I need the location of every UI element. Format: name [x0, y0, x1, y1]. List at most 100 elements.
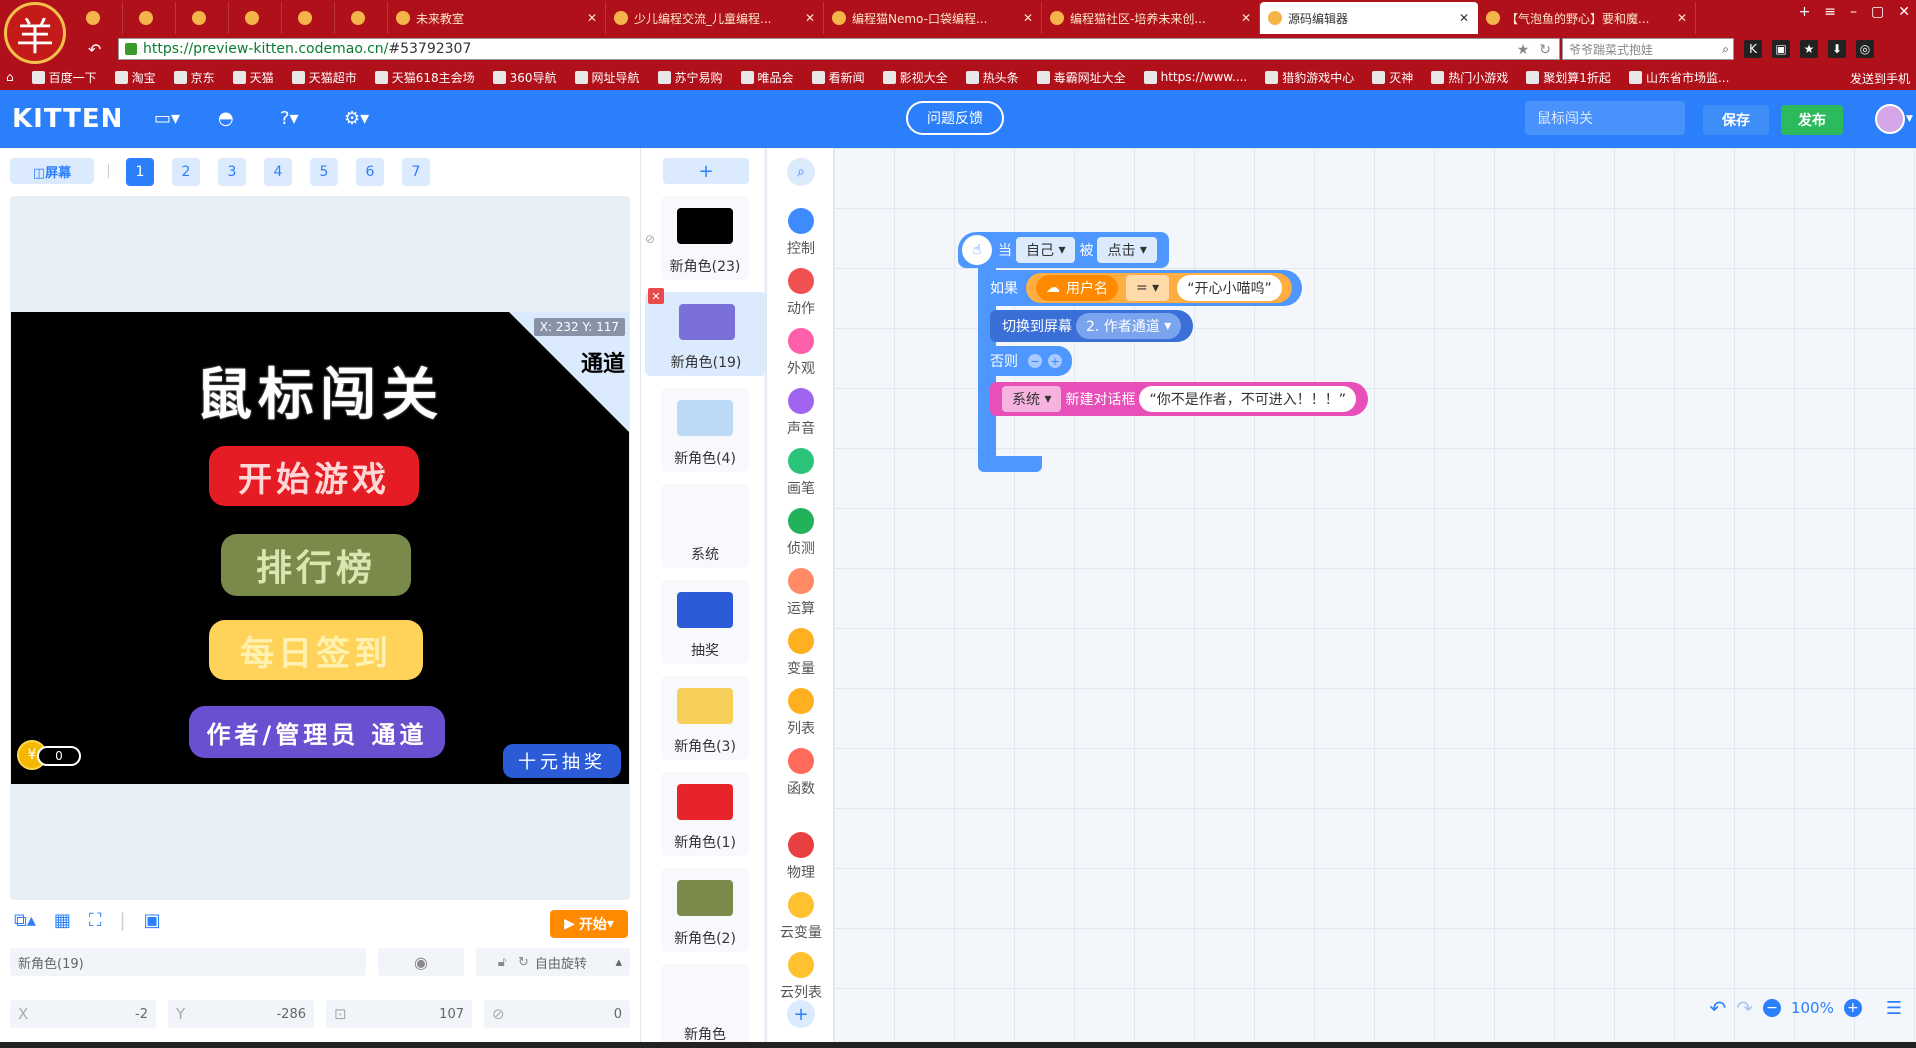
refresh-icon[interactable]: ↻ [1539, 42, 1551, 58]
add-branch-icon[interactable]: + [1048, 354, 1062, 368]
tab-close-icon[interactable]: ✕ [1671, 11, 1687, 25]
screen-tab-6[interactable]: 6 [356, 158, 384, 186]
bookmark-item[interactable]: 百度一下 [31, 69, 97, 86]
x-field[interactable]: X -2 [10, 1000, 156, 1028]
new-dialog-block[interactable]: 系统 ▾ 新建对话框 “你不是作者，不可进入！！！” [990, 382, 1368, 416]
sprite-name-field[interactable]: 新角色(19) [10, 948, 366, 976]
screen-tab-1[interactable]: 1 [126, 158, 154, 186]
bookmark-item[interactable]: 看新闻 [811, 69, 865, 86]
redo-icon[interactable]: ↷ [1736, 996, 1753, 1020]
sprite-item[interactable]: 新角色(4) [661, 388, 749, 472]
category-item[interactable]: 动作 [767, 268, 835, 318]
lottery-sprite[interactable]: 十元抽奖 [503, 744, 621, 778]
browser-tab[interactable]: 【气泡鱼的野心】要和魔... ✕ [1478, 2, 1696, 34]
home-icon[interactable]: ⌂ [6, 70, 14, 84]
tab-close-icon[interactable]: ✕ [581, 11, 597, 25]
browser-tab[interactable]: 未来教室 ✕ [388, 2, 606, 34]
sprite-item[interactable]: 新角色(1) [661, 772, 749, 856]
category-item[interactable]: 列表 [767, 688, 835, 738]
screen-tab-7[interactable]: 7 [402, 158, 430, 186]
screen-tab-3[interactable]: 3 [218, 158, 246, 186]
category-item[interactable]: 物理 [767, 832, 835, 882]
sprite-item[interactable]: 新角色(2) [661, 868, 749, 952]
browser-tab[interactable]: 编程猫社区-培养未来创... ✕ [1042, 2, 1260, 34]
target-screen-dropdown[interactable]: 2. 作者通道 ▾ [1076, 313, 1182, 339]
bookmark-item[interactable]: 天猫618主会场 [374, 69, 475, 86]
rank-sprite[interactable]: 排行榜 [221, 534, 411, 596]
sprite-item[interactable]: 新角色(23) [661, 196, 749, 280]
extension-download-icon[interactable]: ⬇ [1828, 40, 1846, 58]
compare-text-input[interactable]: “开心小喵呜” [1177, 275, 1282, 301]
chevron-down-icon[interactable]: ▼ [1906, 114, 1913, 124]
extension-game-icon[interactable]: ◎ [1856, 40, 1874, 58]
category-item[interactable]: 云列表 [767, 952, 835, 1002]
settings-gear-icon[interactable]: ⚙▾ [344, 108, 369, 129]
bookmark-item[interactable]: 360导航 [492, 69, 557, 86]
sprite-item[interactable]: 抽奖 [661, 580, 749, 664]
size-field[interactable]: ⊡ 107 [326, 1000, 472, 1028]
minimize-icon[interactable]: – [1850, 4, 1857, 20]
bookmark-item[interactable]: 京东 [173, 69, 215, 86]
extension-k-icon[interactable]: K [1744, 40, 1762, 58]
category-item[interactable]: 画笔 [767, 448, 835, 498]
category-item[interactable]: 运算 [767, 568, 835, 618]
switch-screen-block[interactable]: 切换到屏幕 2. 作者通道 ▾ [990, 310, 1194, 342]
extension-star-icon[interactable]: ★ [1800, 40, 1818, 58]
maximize-icon[interactable]: ▢ [1871, 4, 1884, 20]
bookmark-item[interactable]: 聚划算1折起 [1526, 69, 1611, 86]
screen-tab-2[interactable]: 2 [172, 158, 200, 186]
preview-icon[interactable]: ▣ [144, 910, 161, 931]
code-workspace[interactable]: ☝ 当 自己 ▾ 被 点击 ▾ 如果 ☁ 用户名 = ▾ “开心小喵呜” 切换到… [834, 148, 1916, 1042]
bookmark-item[interactable]: 灭神 [1372, 69, 1413, 86]
search-icon[interactable]: ⌕ [1722, 42, 1729, 57]
bookmark-item[interactable]: https://www.... [1143, 70, 1247, 84]
avatar[interactable] [1875, 104, 1905, 134]
bookmark-item[interactable]: 天猫超市 [291, 69, 357, 86]
remove-branch-icon[interactable]: − [1028, 354, 1042, 368]
fullscreen-icon[interactable]: ⛶ [89, 910, 102, 931]
browser-tab[interactable] [282, 2, 335, 34]
align-blocks-icon[interactable]: ☰ [1886, 998, 1902, 1019]
sprite-target-dropdown[interactable]: 系统 ▾ [1002, 386, 1062, 412]
add-sprite-button[interactable]: + [663, 158, 749, 184]
feedback-button[interactable]: 问题反馈 [906, 101, 1004, 135]
menu-icon[interactable]: ≡ [1824, 4, 1836, 20]
bookmark-item[interactable]: 毒霸网址大全 [1036, 69, 1126, 86]
send-to-phone[interactable]: 发送到手机 [1850, 70, 1910, 87]
visibility-toggle[interactable]: ◉ [378, 948, 464, 976]
rotate-mode-select[interactable]: ↻ 自由旋转 ▴ [510, 948, 630, 976]
browser-tab[interactable] [176, 2, 229, 34]
bookmark-item[interactable]: 热头条 [965, 69, 1019, 86]
stage-canvas[interactable]: 鼠标闯关 开始游戏 排行榜 每日签到 作者/管理员 通道 通道 X: 232 Y… [11, 312, 629, 784]
bookmark-item[interactable]: 影视大全 [882, 69, 948, 86]
rotation-field[interactable]: ⊘ 0 [484, 1000, 630, 1028]
category-item[interactable]: 侦测 [767, 508, 835, 558]
folder-icon[interactable]: ▭▾ [154, 108, 180, 129]
dialog-text-input[interactable]: “你不是作者，不可进入！！！” [1139, 386, 1356, 412]
if-block[interactable]: 如果 ☁ 用户名 = ▾ “开心小喵呜” [978, 270, 1302, 306]
bookmark-item[interactable]: 苏宁易购 [657, 69, 723, 86]
self-dropdown[interactable]: 自己 ▾ [1016, 237, 1076, 263]
category-item[interactable]: 函数 [767, 748, 835, 798]
tab-close-icon[interactable]: ✕ [1017, 11, 1033, 25]
extension-lock-icon[interactable]: ▣ [1772, 40, 1790, 58]
screen-tab-4[interactable]: 4 [264, 158, 292, 186]
browser-tab[interactable] [123, 2, 176, 34]
browser-tab[interactable] [70, 2, 123, 34]
tab-close-icon[interactable]: ✕ [1453, 11, 1469, 25]
help-icon[interactable]: ?▾ [280, 108, 299, 129]
start-game-sprite[interactable]: 开始游戏 [209, 446, 419, 506]
stage-size-icon[interactable]: ⧉▴ [14, 910, 36, 931]
browser-tab[interactable] [229, 2, 282, 34]
bookmark-item[interactable]: 山东省市场监... [1628, 69, 1729, 86]
browser-logo[interactable]: 羊 [4, 2, 66, 64]
username-block[interactable]: ☁ 用户名 [1036, 275, 1118, 301]
publish-button[interactable]: 发布 [1781, 105, 1843, 135]
undo-icon[interactable]: ↶ [1709, 996, 1726, 1020]
tab-close-icon[interactable]: ✕ [799, 11, 815, 25]
bookmark-item[interactable]: 网址导航 [574, 69, 640, 86]
operator-dropdown[interactable]: = ▾ [1126, 275, 1170, 301]
event-dropdown[interactable]: 点击 ▾ [1097, 237, 1157, 263]
bookmark-item[interactable]: 淘宝 [114, 69, 156, 86]
sprite-item[interactable]: 新角色 [661, 964, 749, 1048]
